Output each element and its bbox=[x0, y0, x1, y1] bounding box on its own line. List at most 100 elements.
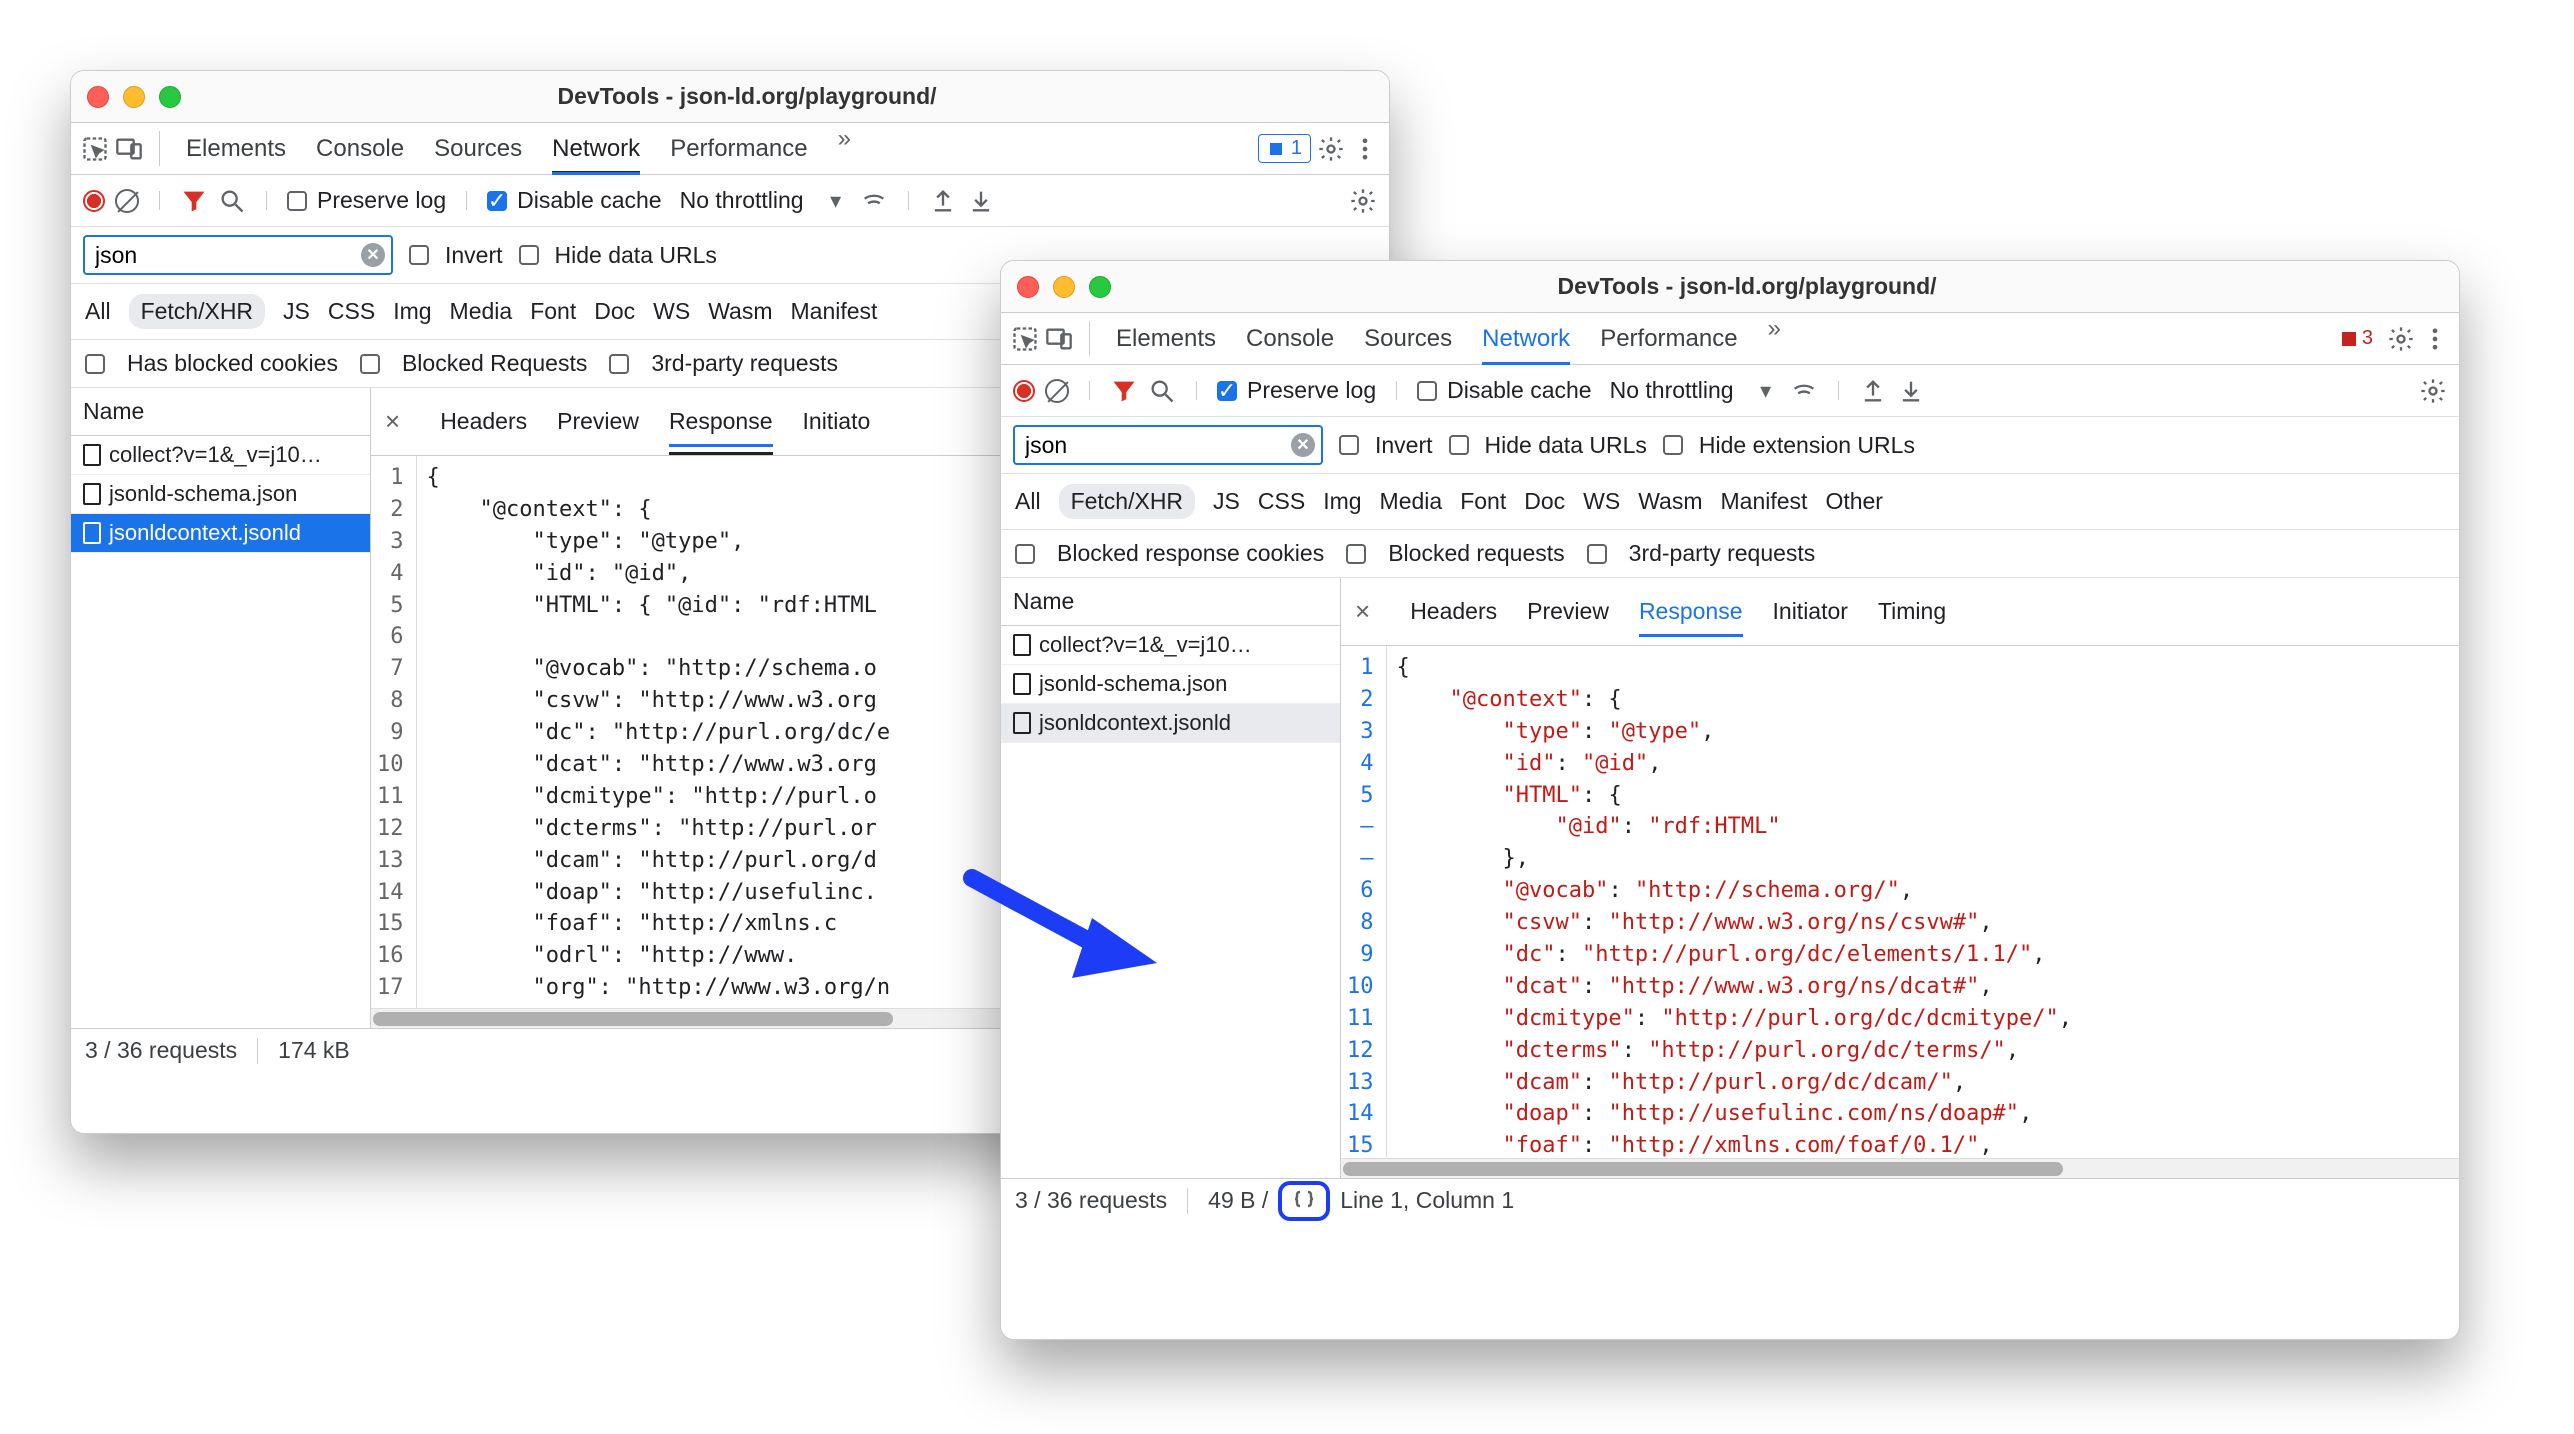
close-details-icon[interactable]: × bbox=[385, 406, 400, 437]
more-tabs-icon[interactable]: » bbox=[838, 125, 851, 173]
tab-response[interactable]: Response bbox=[1639, 588, 1743, 635]
upload-icon[interactable] bbox=[1859, 377, 1887, 405]
issues-badge[interactable]: 1 bbox=[1258, 134, 1311, 163]
request-row[interactable]: jsonld-schema.json bbox=[71, 475, 370, 514]
tab-sources[interactable]: Sources bbox=[434, 125, 522, 173]
inspect-icon[interactable] bbox=[81, 135, 109, 163]
h-scrollbar[interactable] bbox=[1341, 1158, 2459, 1178]
record-icon[interactable] bbox=[83, 190, 105, 212]
request-row[interactable]: jsonld-schema.json bbox=[1001, 665, 1340, 704]
disable-cache-checkbox[interactable] bbox=[1417, 381, 1437, 401]
chip-css[interactable]: CSS bbox=[328, 298, 375, 325]
tab-network[interactable]: Network bbox=[552, 125, 640, 173]
gear-icon[interactable] bbox=[2387, 325, 2415, 353]
tab-elements[interactable]: Elements bbox=[1116, 315, 1216, 363]
blocked-requests-checkbox[interactable] bbox=[1346, 544, 1366, 564]
search-icon[interactable] bbox=[1148, 377, 1176, 405]
pretty-print-button[interactable] bbox=[1278, 1181, 1330, 1221]
chip-doc[interactable]: Doc bbox=[1524, 488, 1565, 515]
clear-filter-icon[interactable]: ✕ bbox=[1291, 433, 1315, 457]
upload-icon[interactable] bbox=[929, 187, 957, 215]
chip-css[interactable]: CSS bbox=[1258, 488, 1305, 515]
clear-icon[interactable] bbox=[1045, 379, 1069, 403]
chip-font[interactable]: Font bbox=[1460, 488, 1506, 515]
invert-checkbox[interactable] bbox=[1339, 435, 1359, 455]
tab-preview[interactable]: Preview bbox=[557, 408, 639, 435]
download-icon[interactable] bbox=[967, 187, 995, 215]
tab-timing[interactable]: Timing bbox=[1878, 598, 1946, 625]
chip-other[interactable]: Other bbox=[1825, 488, 1883, 515]
chip-all[interactable]: All bbox=[85, 298, 111, 325]
tab-console[interactable]: Console bbox=[316, 125, 404, 173]
inspect-icon[interactable] bbox=[1011, 325, 1039, 353]
request-row-selected[interactable]: jsonldcontext.jsonld bbox=[71, 514, 370, 553]
chip-media[interactable]: Media bbox=[1380, 488, 1443, 515]
wifi-icon[interactable] bbox=[1790, 377, 1818, 405]
chip-js[interactable]: JS bbox=[1213, 488, 1240, 515]
chip-fetch-xhr[interactable]: Fetch/XHR bbox=[129, 294, 265, 329]
blocked-requests-checkbox[interactable] bbox=[360, 354, 380, 374]
kebab-icon[interactable] bbox=[1351, 135, 1379, 163]
filter-input[interactable] bbox=[1013, 425, 1323, 465]
preserve-log-checkbox[interactable] bbox=[287, 191, 307, 211]
gear-icon[interactable] bbox=[1349, 187, 1377, 215]
tab-performance[interactable]: Performance bbox=[1600, 315, 1737, 363]
throttling-select[interactable]: No throttling bbox=[1602, 373, 1742, 408]
tab-headers[interactable]: Headers bbox=[1410, 598, 1497, 625]
chip-font[interactable]: Font bbox=[530, 298, 576, 325]
minimize-window-icon[interactable] bbox=[1053, 276, 1075, 298]
gear-icon[interactable] bbox=[1317, 135, 1345, 163]
name-column-header[interactable]: Name bbox=[71, 388, 370, 436]
blocked-cookies-checkbox[interactable] bbox=[1015, 544, 1035, 564]
request-row[interactable]: collect?v=1&_v=j10… bbox=[1001, 626, 1340, 665]
filter-input[interactable] bbox=[83, 235, 393, 275]
chip-ws[interactable]: WS bbox=[653, 298, 690, 325]
tab-performance[interactable]: Performance bbox=[670, 125, 807, 173]
tab-preview[interactable]: Preview bbox=[1527, 598, 1609, 625]
search-icon[interactable] bbox=[218, 187, 246, 215]
chip-all[interactable]: All bbox=[1015, 488, 1041, 515]
kebab-icon[interactable] bbox=[2421, 325, 2449, 353]
chip-img[interactable]: Img bbox=[393, 298, 431, 325]
close-details-icon[interactable]: × bbox=[1355, 596, 1370, 627]
chip-media[interactable]: Media bbox=[450, 298, 513, 325]
filter-icon[interactable] bbox=[1110, 377, 1138, 405]
chip-manifest[interactable]: Manifest bbox=[1721, 488, 1808, 515]
clear-filter-icon[interactable]: ✕ bbox=[361, 243, 385, 267]
hide-data-urls-checkbox[interactable] bbox=[1449, 435, 1469, 455]
tab-response[interactable]: Response bbox=[669, 398, 773, 445]
request-row-selected[interactable]: jsonldcontext.jsonld bbox=[1001, 704, 1340, 743]
code-body[interactable]: { "@context": { "type": "@type", "id": "… bbox=[1387, 646, 2460, 1158]
chevron-down-icon[interactable]: ▾ bbox=[1752, 377, 1780, 405]
blocked-cookies-checkbox[interactable] bbox=[85, 354, 105, 374]
chip-js[interactable]: JS bbox=[283, 298, 310, 325]
minimize-window-icon[interactable] bbox=[123, 86, 145, 108]
invert-checkbox[interactable] bbox=[409, 245, 429, 265]
tab-console[interactable]: Console bbox=[1246, 315, 1334, 363]
throttling-select[interactable]: No throttling bbox=[672, 183, 812, 218]
tab-initiator[interactable]: Initiator bbox=[1773, 598, 1848, 625]
tab-initiator[interactable]: Initiato bbox=[803, 408, 871, 435]
gear-icon[interactable] bbox=[2419, 377, 2447, 405]
name-column-header[interactable]: Name bbox=[1001, 578, 1340, 626]
chip-ws[interactable]: WS bbox=[1583, 488, 1620, 515]
chip-wasm[interactable]: Wasm bbox=[708, 298, 772, 325]
disable-cache-checkbox[interactable]: ✓ bbox=[487, 191, 507, 211]
preserve-log-checkbox[interactable]: ✓ bbox=[1217, 381, 1237, 401]
record-icon[interactable] bbox=[1013, 380, 1035, 402]
close-window-icon[interactable] bbox=[1017, 276, 1039, 298]
hide-data-urls-checkbox[interactable] bbox=[519, 245, 539, 265]
chip-fetch-xhr[interactable]: Fetch/XHR bbox=[1059, 484, 1195, 519]
device-toggle-icon[interactable] bbox=[115, 135, 143, 163]
third-party-checkbox[interactable] bbox=[1587, 544, 1607, 564]
maximize-window-icon[interactable] bbox=[1089, 276, 1111, 298]
tab-network[interactable]: Network bbox=[1482, 315, 1570, 363]
chip-doc[interactable]: Doc bbox=[594, 298, 635, 325]
tab-headers[interactable]: Headers bbox=[440, 408, 527, 435]
tab-sources[interactable]: Sources bbox=[1364, 315, 1452, 363]
third-party-checkbox[interactable] bbox=[609, 354, 629, 374]
device-toggle-icon[interactable] bbox=[1045, 325, 1073, 353]
wifi-icon[interactable] bbox=[860, 187, 888, 215]
more-tabs-icon[interactable]: » bbox=[1768, 315, 1781, 363]
errors-badge[interactable]: 3 bbox=[2334, 325, 2381, 352]
